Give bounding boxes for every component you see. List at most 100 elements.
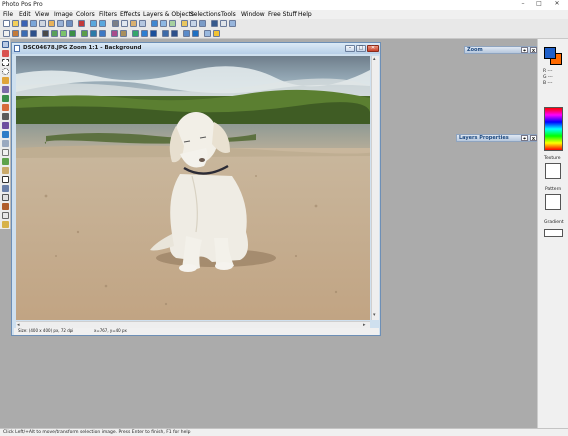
horizontal-scrollbar[interactable]: ◂ ▸: [16, 321, 370, 328]
menu-image[interactable]: Image: [54, 11, 73, 18]
selection-icon[interactable]: [3, 30, 10, 37]
layers-properties-panel-title[interactable]: Layers Properties ⌖ x: [456, 134, 537, 142]
move-icon[interactable]: [12, 30, 19, 37]
star-icon[interactable]: [213, 30, 220, 37]
grid-icon[interactable]: [199, 20, 206, 27]
eyedropper-icon[interactable]: [2, 158, 9, 165]
levels-icon[interactable]: [60, 30, 67, 37]
shape-tool-icon[interactable]: [2, 185, 9, 192]
smudge-icon[interactable]: [2, 167, 9, 174]
lasso-icon[interactable]: [2, 77, 9, 84]
cut-icon[interactable]: [112, 20, 119, 27]
image-canvas[interactable]: [16, 56, 370, 320]
layer-new-icon[interactable]: [132, 30, 139, 37]
crop-icon[interactable]: [151, 20, 158, 27]
gradient-tool-icon[interactable]: [2, 140, 9, 147]
scroll-down-icon[interactable]: ▾: [373, 312, 376, 318]
measure-icon[interactable]: [2, 221, 9, 228]
fill-bucket-icon[interactable]: [2, 131, 9, 138]
hue-saturation-icon[interactable]: [81, 30, 88, 37]
minimize-button[interactable]: –: [516, 0, 530, 8]
color-balance-icon[interactable]: [51, 30, 58, 37]
foreground-color-swatch[interactable]: [544, 47, 556, 59]
eraser-icon[interactable]: [2, 149, 9, 156]
brightness-icon[interactable]: [90, 30, 97, 37]
object-icon[interactable]: [183, 30, 190, 37]
layer-merge-icon[interactable]: [150, 30, 157, 37]
layers-panel-pin-icon[interactable]: ⌖: [521, 135, 528, 142]
scroll-up-icon[interactable]: ▴: [373, 56, 376, 62]
maximize-button[interactable]: □: [532, 0, 546, 8]
layer-duplicate-icon[interactable]: [141, 30, 148, 37]
diamond-icon[interactable]: [192, 30, 199, 37]
flip-icon[interactable]: [190, 20, 197, 27]
menu-edit[interactable]: Edit: [19, 11, 31, 18]
texture-swatch[interactable]: [545, 163, 561, 179]
document-maximize-button[interactable]: □: [356, 45, 366, 52]
red-eye-icon[interactable]: [2, 203, 9, 210]
menu-effects[interactable]: Effects: [120, 11, 140, 18]
save-icon[interactable]: [21, 20, 28, 27]
menu-file[interactable]: File: [3, 11, 13, 18]
hand-tool-icon[interactable]: [2, 50, 9, 57]
airbrush-icon[interactable]: [2, 113, 9, 120]
pencil-icon[interactable]: [2, 95, 9, 102]
fit-window-icon[interactable]: [211, 20, 218, 27]
color-spectrum-picker[interactable]: [544, 107, 563, 151]
info-icon[interactable]: [204, 30, 211, 37]
zoom-panel-pin-icon[interactable]: ⌖: [521, 47, 528, 54]
document-title-bar[interactable]: DSC04678.JPG Zoom 1:1 - Background – □ ✕: [12, 43, 380, 54]
zoom-in-icon[interactable]: [229, 20, 236, 27]
paste-icon[interactable]: [130, 20, 137, 27]
document-minimize-button[interactable]: –: [345, 45, 355, 52]
menu-free-stuff[interactable]: Free Stuff: [268, 11, 297, 18]
scan-icon[interactable]: [48, 20, 55, 27]
document-close-button[interactable]: ✕: [367, 45, 379, 52]
arrow-up-down-icon[interactable]: [30, 30, 37, 37]
zoom-panel-title[interactable]: Zoom ⌖ x: [464, 46, 537, 54]
gradient-swatch[interactable]: [544, 229, 563, 237]
resize-icon[interactable]: [160, 20, 167, 27]
rect-select-icon[interactable]: [2, 59, 9, 66]
canvas-size-icon[interactable]: [169, 20, 176, 27]
menu-tools[interactable]: Tools: [221, 11, 236, 18]
menu-selections[interactable]: Selections: [190, 11, 221, 18]
sharpen-icon[interactable]: [99, 30, 106, 37]
vertical-scrollbar[interactable]: ▴ ▾: [371, 56, 379, 320]
play-icon[interactable]: [42, 30, 49, 37]
noise-icon[interactable]: [120, 30, 127, 37]
magic-wand-icon[interactable]: [2, 86, 9, 93]
pattern-swatch[interactable]: [545, 194, 561, 210]
arrow-left-right-icon[interactable]: [21, 30, 28, 37]
new-file-icon[interactable]: [3, 20, 10, 27]
delete-icon[interactable]: [78, 20, 85, 27]
copy-icon[interactable]: [121, 20, 128, 27]
undo-icon[interactable]: [90, 20, 97, 27]
layers-panel-close-button[interactable]: x: [530, 135, 537, 142]
pointer-tool-icon[interactable]: [2, 41, 9, 48]
menu-help[interactable]: Help: [298, 11, 312, 18]
open-folder-icon[interactable]: [12, 20, 19, 27]
curves-icon[interactable]: [69, 30, 76, 37]
menu-colors[interactable]: Colors: [76, 11, 95, 18]
brush-icon[interactable]: [2, 104, 9, 111]
ellipse-select-icon[interactable]: [2, 68, 9, 75]
redo-icon[interactable]: [99, 20, 106, 27]
capture-icon[interactable]: [57, 20, 64, 27]
menu-view[interactable]: View: [35, 11, 49, 18]
menu-window[interactable]: Window: [241, 11, 265, 18]
print-icon[interactable]: [39, 20, 46, 27]
zoom-tool-icon[interactable]: [2, 212, 9, 219]
close-button[interactable]: ✕: [548, 0, 566, 8]
save-as-icon[interactable]: [30, 20, 37, 27]
actual-size-icon[interactable]: [220, 20, 227, 27]
clone-icon[interactable]: [2, 122, 9, 129]
menu-layers-objects[interactable]: Layers & Objects: [143, 11, 194, 18]
browse-icon[interactable]: [66, 20, 73, 27]
zoom-panel-close-button[interactable]: x: [530, 47, 537, 54]
text-tool-icon[interactable]: [2, 176, 9, 183]
line-tool-icon[interactable]: [2, 194, 9, 201]
mask-icon[interactable]: [171, 30, 178, 37]
menu-filters[interactable]: Filters: [99, 11, 117, 18]
image-document-window[interactable]: DSC04678.JPG Zoom 1:1 - Background – □ ✕: [11, 42, 381, 336]
